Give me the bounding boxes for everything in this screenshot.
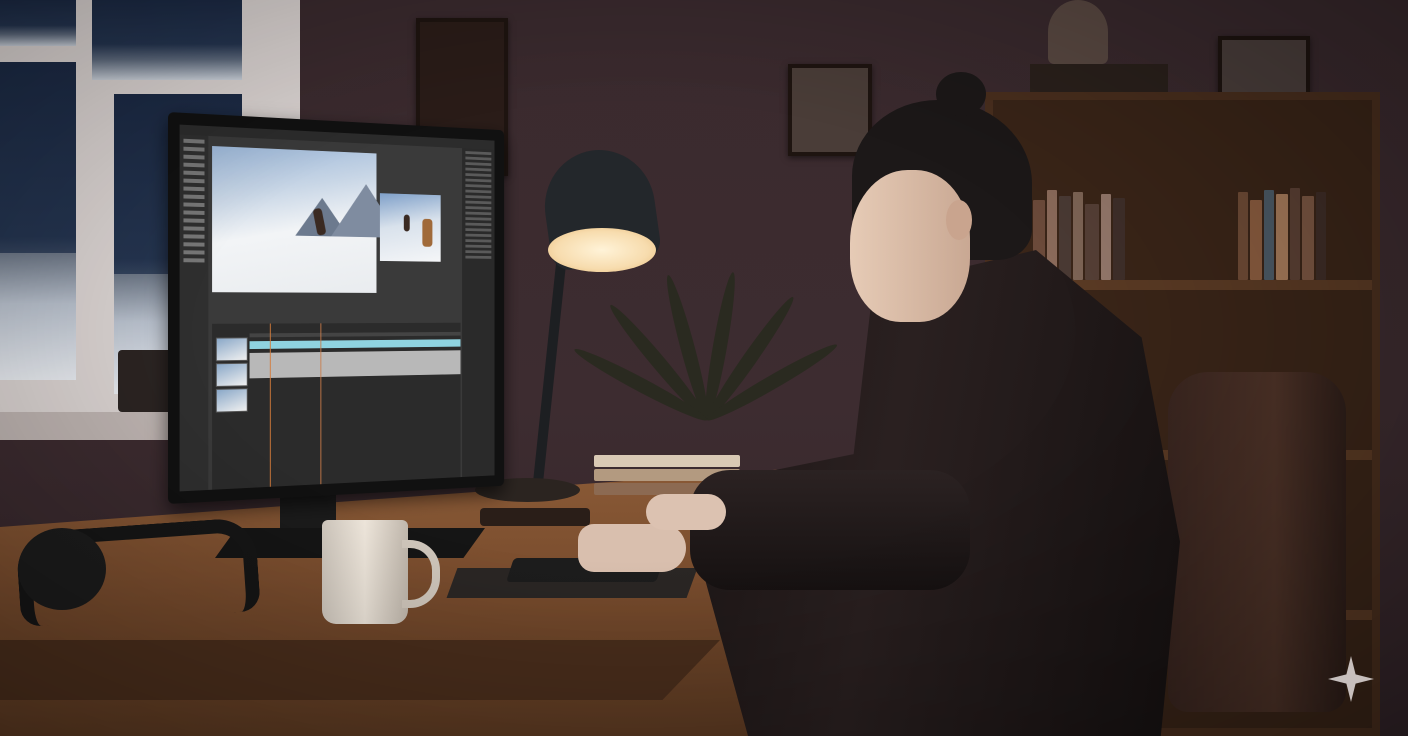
editor-preview-window bbox=[212, 146, 401, 293]
timeline-marker bbox=[320, 323, 322, 485]
wall-frame bbox=[1218, 36, 1310, 100]
person-hand bbox=[646, 494, 726, 530]
wall-frame bbox=[788, 64, 872, 156]
editor-timeline bbox=[212, 322, 461, 490]
person-hand bbox=[578, 524, 686, 572]
person-arm bbox=[690, 470, 970, 590]
clip-thumbnail bbox=[215, 337, 248, 362]
hair-bun bbox=[936, 72, 986, 116]
video-editor-screen bbox=[179, 124, 495, 492]
office-chair bbox=[1168, 372, 1346, 712]
headphones-cup bbox=[18, 528, 106, 610]
monitor bbox=[168, 112, 505, 504]
lamp-light bbox=[548, 228, 656, 272]
desk-edge bbox=[0, 640, 720, 700]
person-face bbox=[850, 170, 970, 322]
timeline-track bbox=[249, 350, 461, 379]
window-pane bbox=[0, 62, 76, 380]
clip-thumbnail bbox=[215, 362, 248, 387]
timeline-playhead bbox=[269, 323, 271, 487]
room-scene bbox=[0, 0, 1408, 736]
editor-tool-panel bbox=[179, 134, 209, 492]
coffee-mug bbox=[322, 520, 408, 624]
clip-thumbnail bbox=[215, 388, 248, 413]
figurine bbox=[1048, 0, 1108, 64]
editor-secondary-preview bbox=[379, 193, 441, 262]
phone bbox=[480, 508, 590, 526]
editor-properties-panel bbox=[462, 148, 495, 478]
timeline-track bbox=[249, 339, 461, 350]
window-pane bbox=[92, 0, 242, 80]
window-pane bbox=[0, 0, 76, 46]
person-ear bbox=[946, 200, 972, 240]
